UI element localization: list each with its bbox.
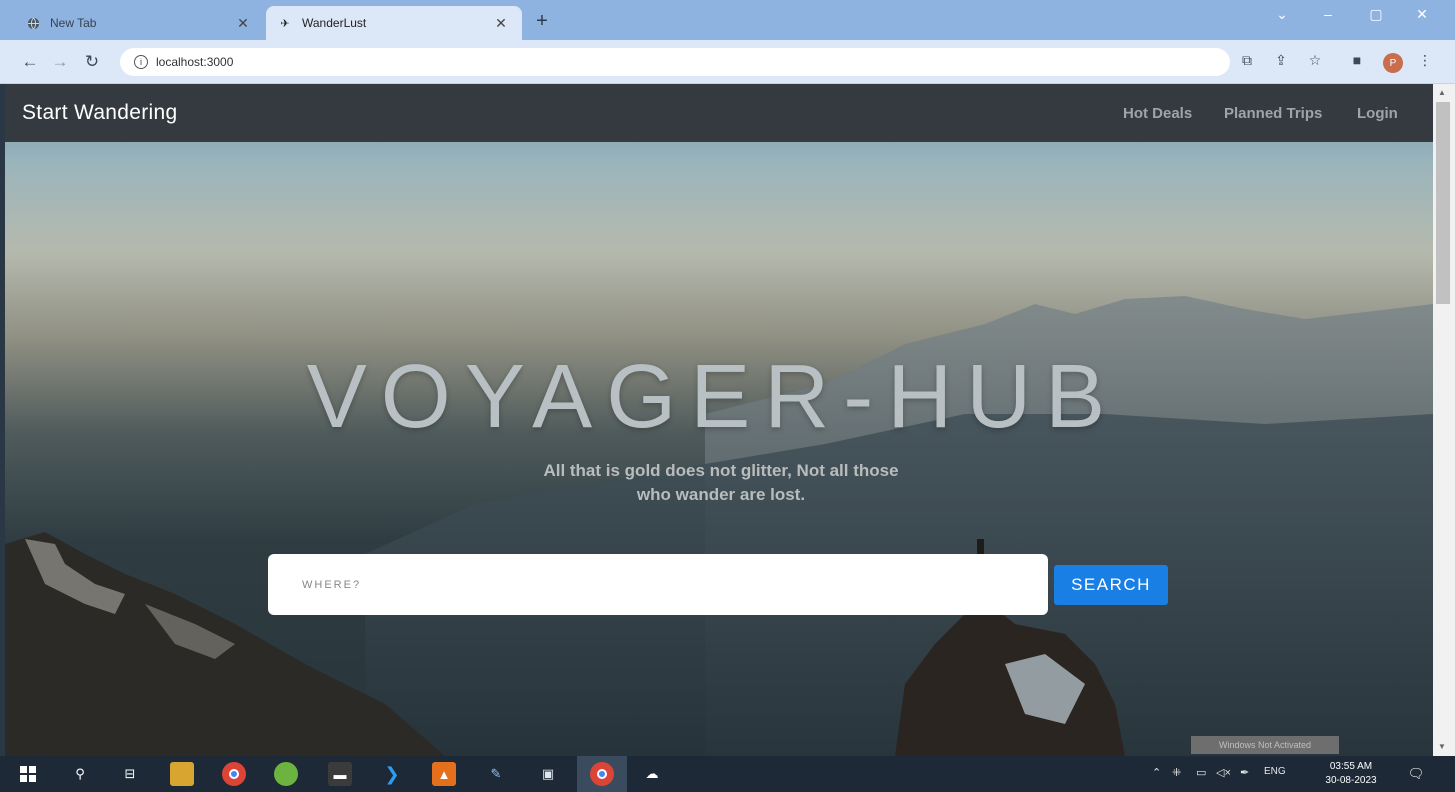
address-bar[interactable]: i localhost:3000	[120, 48, 1230, 76]
task-view-icon[interactable]: ⊟	[118, 762, 142, 786]
chrome-icon[interactable]	[222, 762, 246, 786]
photos-icon[interactable]: ▣	[536, 762, 560, 786]
subtitle-line-1: All that is gold does not glitter, Not a…	[543, 461, 899, 480]
hero-title: VOYAGER-HUB	[306, 347, 1120, 447]
spring-tool-icon[interactable]	[274, 762, 298, 786]
language-indicator[interactable]: ENG	[1264, 766, 1286, 777]
volume-icon[interactable]: ◁×	[1216, 766, 1231, 779]
nav-hot-deals[interactable]: Hot Deals	[1123, 105, 1192, 122]
close-icon[interactable]: ✕	[234, 15, 252, 32]
scroll-up-icon[interactable]: ▲	[1438, 88, 1446, 97]
new-tab-button[interactable]: +	[530, 10, 554, 34]
paint-icon[interactable]: ✎	[484, 762, 508, 786]
nav-login[interactable]: Login	[1357, 105, 1398, 122]
brand-link[interactable]: Start Wandering	[22, 101, 177, 125]
windows-start-icon[interactable]	[16, 762, 40, 786]
screen: New Tab ✕ ✈ WanderLust ✕ + ⌄ – ▢ ✕ ← → ↻…	[0, 0, 1455, 792]
system-clock[interactable]: 03:55 AM 30-08-2023	[1322, 760, 1380, 788]
subtitle-line-2: who wander are lost.	[636, 485, 806, 504]
tab-new-tab[interactable]: New Tab ✕	[14, 6, 264, 40]
pen-icon[interactable]: ✒	[1240, 766, 1249, 779]
menu-kebab-icon[interactable]: ⋮	[1414, 52, 1436, 72]
browser-tab-strip: New Tab ✕ ✈ WanderLust ✕ + ⌄ – ▢ ✕	[0, 0, 1455, 40]
plane-icon: ✈	[280, 17, 290, 30]
search-button[interactable]: SEARCH	[1054, 565, 1168, 605]
clock-date: 30-08-2023	[1325, 775, 1377, 786]
info-icon[interactable]: i	[134, 55, 148, 69]
forward-icon[interactable]: →	[48, 50, 72, 74]
notifications-icon[interactable]: 🗨	[1404, 762, 1428, 786]
search-input[interactable]	[268, 554, 1048, 615]
page-viewport: Start Wandering Hot Deals Planned Trips …	[5, 84, 1433, 756]
windows-taskbar: ⚲ ⊟ ▬ ❯ ▲ ✎ ▣ ☁ ⌃ ⁜ ▭ ◁× ✒ ENG 03:55 AM …	[0, 756, 1455, 792]
bookmark-star-icon[interactable]: ☆	[1304, 52, 1326, 72]
vscode-icon[interactable]: ❯	[380, 762, 404, 786]
close-icon[interactable]: ✕	[492, 15, 510, 32]
browser-toolbar: ← → ↻ i localhost:3000 ⧉ ⇪ ☆ ■ P ⋮	[0, 40, 1455, 84]
network-icon[interactable]: ⁜	[1172, 766, 1181, 779]
site-navbar: Start Wandering Hot Deals Planned Trips …	[5, 84, 1433, 142]
back-icon[interactable]: ←	[18, 50, 42, 74]
chevron-up-icon[interactable]: ⌃	[1152, 766, 1161, 779]
chrome-active-icon[interactable]	[590, 762, 614, 786]
activation-watermark: Windows Not Activated	[1191, 736, 1339, 754]
file-explorer-icon[interactable]	[170, 762, 194, 786]
tab-wanderlust[interactable]: ✈ WanderLust ✕	[266, 6, 522, 40]
side-panel-icon[interactable]: ■	[1346, 52, 1368, 72]
search-icon[interactable]: ⚲	[68, 762, 92, 786]
hero-subtitle: All that is gold does not glitter, Not a…	[471, 459, 971, 507]
share-icon[interactable]: ⇪	[1270, 52, 1292, 72]
reload-icon[interactable]: ↻	[80, 50, 104, 74]
globe-icon	[26, 16, 40, 30]
terminal-icon[interactable]: ▬	[328, 762, 352, 786]
tab-title: WanderLust	[302, 16, 367, 30]
maximize-button[interactable]: ▢	[1356, 6, 1396, 23]
tab-title: New Tab	[50, 16, 97, 30]
nav-planned-trips[interactable]: Planned Trips	[1224, 105, 1322, 122]
window-close-button[interactable]: ✕	[1402, 6, 1442, 23]
cloud-app-icon[interactable]: ☁	[640, 762, 664, 786]
scrollbar-thumb[interactable]	[1436, 102, 1450, 304]
minimize-button[interactable]: –	[1308, 6, 1348, 22]
profile-avatar[interactable]: P	[1383, 53, 1403, 73]
app-orange-icon[interactable]: ▲	[432, 762, 456, 786]
url-text: localhost:3000	[156, 55, 234, 69]
chevron-down-icon[interactable]: ⌄	[1262, 6, 1302, 23]
battery-icon[interactable]: ▭	[1196, 766, 1206, 779]
clock-time: 03:55 AM	[1329, 761, 1373, 772]
scroll-down-icon[interactable]: ▼	[1438, 742, 1446, 751]
install-app-icon[interactable]: ⧉	[1236, 52, 1258, 72]
